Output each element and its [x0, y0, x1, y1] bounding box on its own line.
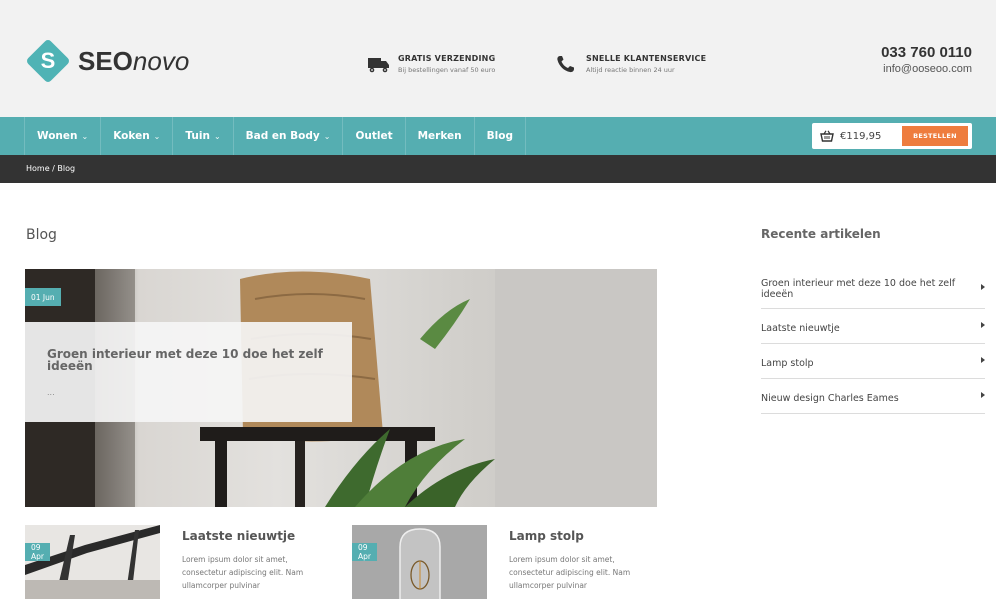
nav-item-bad-en-body[interactable]: Bad en Body ⌄ [234, 117, 344, 155]
sidebar-title: Recente artikelen [761, 227, 881, 241]
logo-mark: S [25, 38, 71, 84]
nav-item-koken[interactable]: Koken ⌄ [101, 117, 174, 155]
caret-right-icon [981, 357, 985, 363]
caret-right-icon [981, 322, 985, 328]
post-thumbnail[interactable] [25, 525, 160, 599]
logo-text: SEOnovo [78, 45, 190, 76]
contact-info: 033 760 0110 info@ooseoo.com [881, 44, 972, 75]
nav-item-outlet[interactable]: Outlet [343, 117, 406, 155]
nav-item-tuin[interactable]: Tuin ⌄ [173, 117, 234, 155]
sidebar-item[interactable]: Nieuw design Charles Eames [761, 379, 985, 414]
site-logo[interactable]: S SEOnovo [25, 38, 190, 84]
nav-item-wonen[interactable]: Wonen ⌄ [24, 117, 102, 155]
email-link[interactable]: info@ooseoo.com [881, 63, 972, 75]
post-thumbnail[interactable] [352, 525, 487, 599]
order-button[interactable]: BESTELLEN [902, 126, 968, 146]
sidebar-item-label: Groen interieur met deze 10 doe het zelf… [761, 278, 956, 300]
cart-amount: €119,95 [840, 130, 882, 142]
nav-items: Wonen ⌄ Koken ⌄ Tuin ⌄ Bad en Body ⌄ Outlet … [24, 117, 526, 155]
chevron-down-icon: ⌄ [153, 131, 161, 141]
breadcrumb[interactable]: Home / Blog [26, 164, 75, 173]
usp-service: SNELLE KLANTENSERVICE Altijd reactie bin… [556, 54, 706, 74]
cart-widget[interactable]: €119,95 BESTELLEN [812, 123, 972, 149]
chevron-down-icon: ⌄ [81, 131, 89, 141]
sidebar-item-label: Lamp stolp [761, 358, 814, 369]
featured-post-excerpt: ... [47, 388, 55, 397]
recent-articles-list: Groen interieur met deze 10 doe het zelf… [761, 268, 985, 414]
sidebar-item-label: Laatste nieuwtje [761, 323, 840, 334]
phone-number[interactable]: 033 760 0110 [881, 44, 972, 61]
featured-post-title[interactable]: Groen interieur met deze 10 doe het zelf… [47, 348, 347, 372]
chevron-down-icon: ⌄ [323, 131, 331, 141]
post-title[interactable]: Lamp stolp [509, 529, 584, 543]
post-title[interactable]: Laatste nieuwtje [182, 529, 295, 543]
sidebar-item-label: Nieuw design Charles Eames [761, 393, 899, 404]
page-title: Blog [26, 227, 57, 243]
phone-icon [557, 56, 574, 73]
usp-subtitle: Bij bestellingen vanaf 50 euro [398, 66, 496, 74]
sidebar-item[interactable]: Groen interieur met deze 10 doe het zelf… [761, 268, 985, 309]
sidebar-item[interactable]: Laatste nieuwtje [761, 309, 985, 344]
post-excerpt: Lorem ipsum dolor sit amet, consectetur … [182, 555, 304, 590]
chevron-down-icon: ⌄ [213, 131, 221, 141]
sidebar-item[interactable]: Lamp stolp [761, 344, 985, 379]
breadcrumb-bar: Home / Blog [0, 155, 996, 183]
featured-post-card[interactable]: Groen interieur met deze 10 doe het zelf… [25, 322, 352, 422]
post-date-badge: 01 Jun [25, 288, 61, 306]
basket-icon [820, 130, 834, 142]
post-date-badge: 09 Apr [352, 543, 377, 561]
usp-subtitle: Altijd reactie binnen 24 uur [586, 66, 675, 74]
caret-right-icon [981, 284, 985, 290]
post-date-badge: 09 Apr [25, 543, 50, 561]
usp-title: SNELLE KLANTENSERVICE [586, 54, 707, 63]
truck-icon [368, 58, 389, 73]
caret-right-icon [981, 392, 985, 398]
nav-item-blog[interactable]: Blog [475, 117, 526, 155]
usp-title: GRATIS VERZENDING [398, 54, 496, 63]
usp-shipping: GRATIS VERZENDING Bij bestellingen vanaf… [368, 54, 495, 74]
post-excerpt: Lorem ipsum dolor sit amet, consectetur … [509, 555, 631, 590]
nav-item-merken[interactable]: Merken [406, 117, 475, 155]
